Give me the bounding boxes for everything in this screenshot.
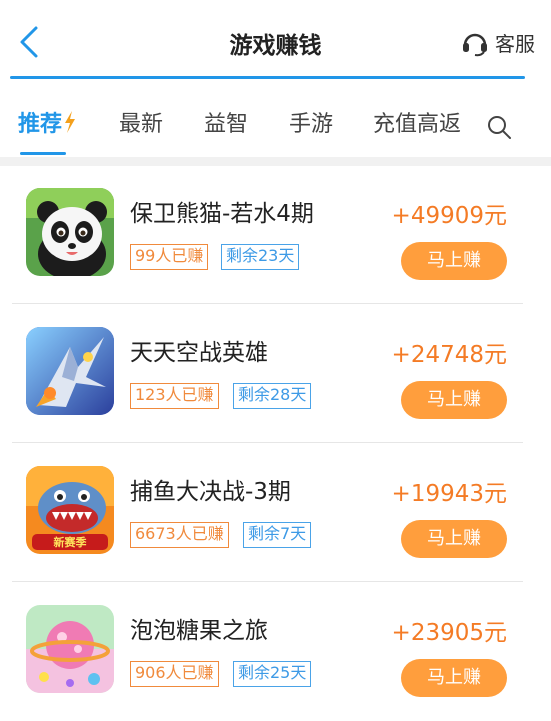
- search-icon[interactable]: [486, 114, 512, 140]
- tab-recommended[interactable]: 推荐: [18, 106, 76, 138]
- tab-puzzle[interactable]: 益智: [204, 106, 248, 138]
- game-title: 天天空战英雄: [130, 340, 268, 366]
- headset-icon: [463, 33, 487, 56]
- category-tabs: 推荐 最新 益智 手游 充值高返: [0, 106, 551, 154]
- days-remaining-badge: 剩余28天: [233, 383, 312, 409]
- list-item[interactable]: 泡泡糖果之旅 906人已赚 剩余25天 +23905元 马上赚: [0, 583, 551, 721]
- days-remaining-badge: 剩余23天: [221, 244, 300, 270]
- header-divider: [10, 76, 525, 79]
- game-title: 捕鱼大决战-3期: [130, 479, 291, 505]
- tab-newest[interactable]: 最新: [119, 106, 163, 138]
- row-divider: [12, 581, 523, 582]
- tab-label: 推荐: [18, 112, 63, 137]
- list-item[interactable]: 新赛季 捕鱼大决战-3期 6673人已赚 剩余7天 +19943元 马上赚: [0, 444, 551, 582]
- app-header: 游戏赚钱 客服: [0, 0, 551, 78]
- candy-planet-game-icon: [26, 605, 114, 693]
- days-remaining-badge: 剩余7天: [243, 522, 312, 548]
- game-title: 保卫熊猫-若水4期: [130, 201, 314, 227]
- earn-now-button[interactable]: 马上赚: [401, 659, 507, 697]
- days-remaining-badge: 剩余25天: [233, 661, 312, 687]
- row-divider: [12, 442, 523, 443]
- reward-amount: +19943元: [391, 481, 507, 507]
- row-divider: [12, 303, 523, 304]
- lightning-icon: [65, 111, 76, 133]
- new-season-badge: 新赛季: [54, 535, 88, 549]
- panda-game-icon: [26, 188, 114, 276]
- earned-count-badge: 906人已赚: [130, 661, 219, 687]
- customer-service-button[interactable]: 客服: [461, 28, 535, 57]
- earned-count-badge: 6673人已赚: [130, 522, 229, 548]
- earned-count-badge: 123人已赚: [130, 383, 219, 409]
- shark-fishing-game-icon: 新赛季: [26, 466, 114, 554]
- tab-mobile-games[interactable]: 手游: [289, 106, 333, 138]
- jet-fighter-game-icon: [26, 327, 114, 415]
- list-item[interactable]: 保卫熊猫-若水4期 99人已赚 剩余23天 +49909元 马上赚: [0, 166, 551, 304]
- earn-now-button[interactable]: 马上赚: [401, 520, 507, 558]
- reward-amount: +24748元: [391, 342, 507, 368]
- list-item[interactable]: 天天空战英雄 123人已赚 剩余28天 +24748元 马上赚: [0, 305, 551, 443]
- earned-count-badge: 99人已赚: [130, 244, 209, 270]
- tab-recharge-rebate[interactable]: 充值高返: [373, 106, 461, 138]
- customer-service-label: 客服: [495, 32, 535, 56]
- earn-now-button[interactable]: 马上赚: [401, 381, 507, 419]
- reward-amount: +23905元: [391, 620, 507, 646]
- reward-amount: +49909元: [391, 203, 507, 229]
- section-divider: [0, 157, 551, 166]
- game-title: 泡泡糖果之旅: [130, 618, 268, 644]
- earn-now-button[interactable]: 马上赚: [401, 242, 507, 280]
- active-tab-indicator: [20, 152, 66, 155]
